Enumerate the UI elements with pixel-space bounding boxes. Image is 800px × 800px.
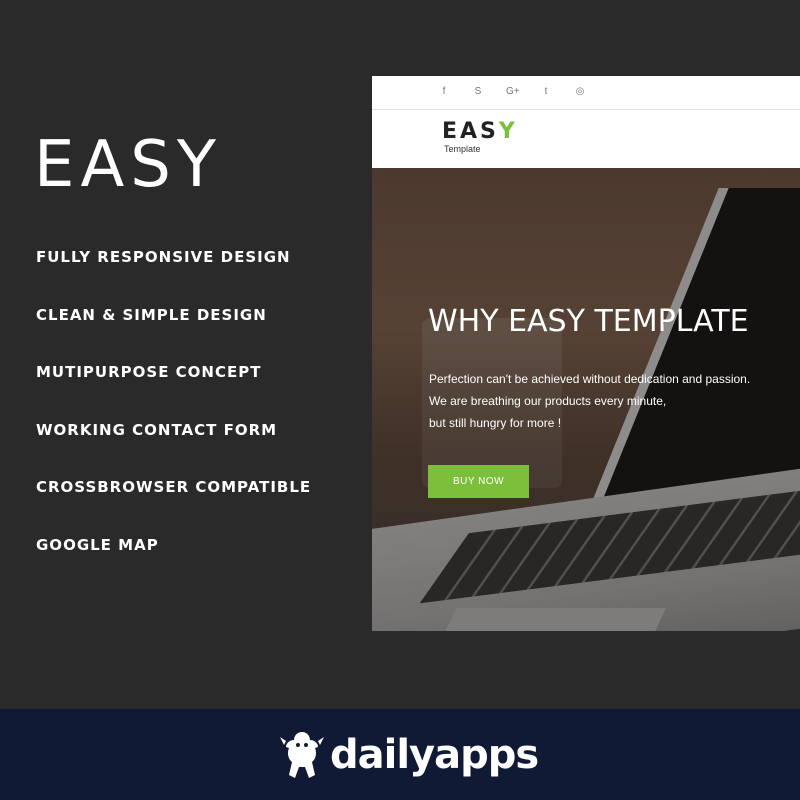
dribbble-icon[interactable]: ◎	[574, 86, 586, 97]
brand-name: dailyapps	[330, 732, 539, 778]
preview-header: EASY Template	[372, 110, 800, 168]
gorilla-mascot-icon	[280, 732, 324, 778]
hero-line: but still hungry for more !	[429, 416, 562, 430]
feature-item: MUTIPURPOSE CONCEPT	[36, 363, 262, 381]
buy-now-button[interactable]: BUY NOW	[428, 465, 529, 498]
feature-item: CLEAN & SIMPLE DESIGN	[36, 305, 267, 324]
logo-subtitle: Template	[444, 144, 481, 154]
google-plus-icon[interactable]: G+	[506, 86, 520, 97]
product-title: EASY	[34, 128, 222, 202]
feature-item: CROSSBROWSER COMPATIBLE	[36, 478, 312, 496]
feature-item: WORKING CONTACT FORM	[36, 420, 278, 439]
hero-description: Perfection can't be achieved without ded…	[429, 368, 750, 434]
logo-word: EAS	[442, 119, 499, 144]
preview-logo[interactable]: EASY Template	[442, 119, 518, 155]
skype-icon[interactable]: S	[472, 86, 484, 97]
hero-line: Perfection can't be achieved without ded…	[429, 372, 751, 386]
feature-list: FULLY RESPONSIVE DESIGN CLEAN & SIMPLE D…	[36, 246, 311, 591]
hero-line: We are breathing our products every minu…	[429, 394, 667, 408]
hero-title: WHY EASY TEMPLATE	[428, 304, 749, 339]
template-preview: f S G+ t ◎ EASY Template WHY EASY TEMPLA…	[372, 76, 800, 631]
logo-accent-letter: Y	[498, 119, 518, 144]
facebook-icon[interactable]: f	[438, 86, 450, 97]
footer-banner: dailyapps	[0, 709, 800, 800]
feature-item: FULLY RESPONSIVE DESIGN	[36, 248, 291, 266]
social-icons: f S G+ t ◎	[438, 86, 586, 97]
brand-logo[interactable]: dailyapps	[280, 729, 539, 781]
preview-topbar: f S G+ t ◎	[372, 76, 800, 110]
twitter-icon[interactable]: t	[540, 86, 552, 97]
feature-item: GOOGLE MAP	[36, 535, 159, 554]
hero-section: WHY EASY TEMPLATE Perfection can't be ac…	[372, 168, 800, 631]
